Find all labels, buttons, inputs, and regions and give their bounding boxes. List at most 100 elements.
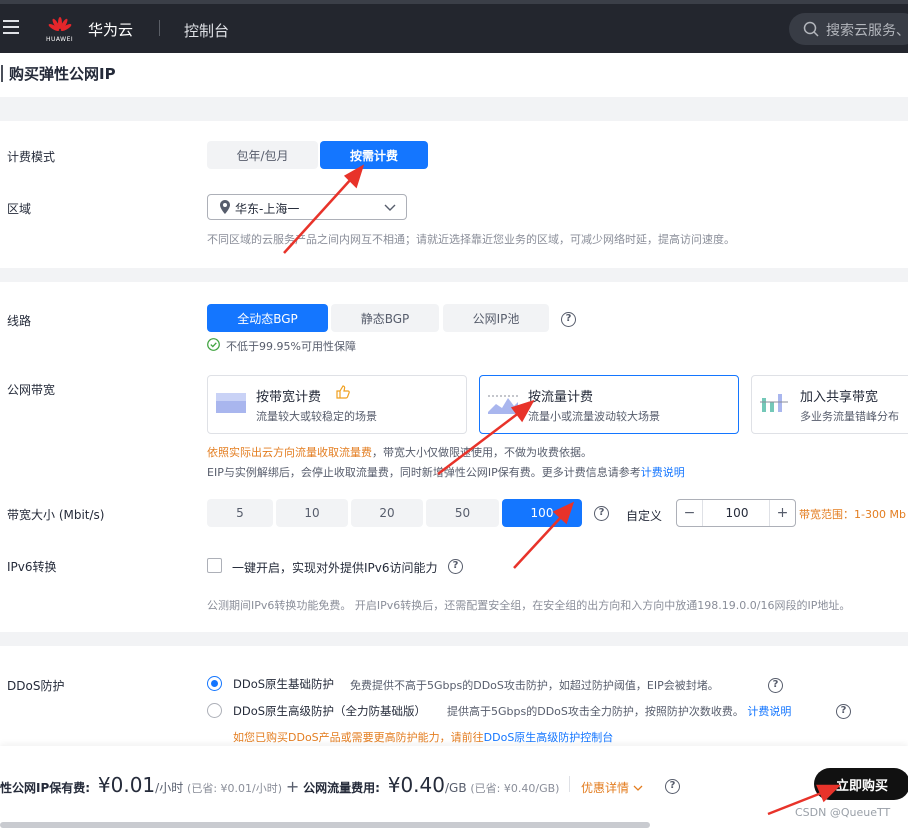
- ddos-console-link[interactable]: DDoS原生高级防护控制台: [484, 731, 614, 744]
- ipv6-checkbox-label[interactable]: 一键开启，实现对外提供IPv6访问能力: [232, 559, 438, 576]
- help-icon[interactable]: ?: [594, 506, 609, 521]
- line-label: 线路: [7, 314, 32, 328]
- card-subtitle: 流量小或流量波动较大场景: [528, 410, 660, 423]
- card-title: 加入共享带宽: [800, 390, 879, 405]
- ipv6-label: IPv6转换: [7, 560, 57, 574]
- line-option-dynamic-bgp[interactable]: 全动态BGP: [207, 304, 328, 332]
- page-title: 购买弹性公网IP: [9, 65, 116, 83]
- ddos-basic-name[interactable]: DDoS原生基础防护: [233, 676, 334, 692]
- traffic-fee-saved: (已省: ¥0.40/GB): [470, 782, 560, 795]
- bandwidth-option-5[interactable]: 5: [207, 499, 273, 527]
- help-icon[interactable]: ?: [836, 704, 851, 719]
- check-circle-icon: [207, 338, 220, 351]
- card-title: 按带宽计费: [256, 390, 322, 405]
- traffic-chart-icon: [488, 395, 518, 414]
- brand-name[interactable]: 华为云: [88, 19, 133, 40]
- ddos-advanced-desc-text: 提供高于5Gbps的DDoS攻击全力防护，按照防护次数收费。: [447, 705, 744, 718]
- ddos-advanced-radio[interactable]: [207, 703, 222, 718]
- thumbs-up-icon: [336, 385, 350, 399]
- bandwidth-range: 带宽范围：1-300 Mb: [799, 508, 906, 521]
- menu-icon[interactable]: [3, 20, 19, 34]
- availability-guarantee: 不低于99.95%可用性保障: [226, 340, 356, 353]
- bandwidth-option-10[interactable]: 10: [276, 499, 348, 527]
- ddos-advanced-name[interactable]: DDoS原生高级防护（全力防基础版）: [233, 703, 426, 719]
- bandwidth-option-20[interactable]: 20: [351, 499, 423, 527]
- bandwidth-stepper[interactable]: − 100 +: [676, 499, 796, 527]
- ddos-basic-radio[interactable]: [207, 676, 222, 691]
- billing-doc-link[interactable]: 计费说明: [641, 466, 685, 479]
- line-option-static-bgp[interactable]: 静态BGP: [331, 304, 439, 332]
- logo-text: HUAWEI: [46, 36, 74, 43]
- card-traffic-billing[interactable]: 按流量计费 流量小或流量波动较大场景: [479, 375, 739, 434]
- billing-option-yearly[interactable]: 包年/包月: [207, 141, 318, 169]
- billing-option-on-demand[interactable]: 按需计费: [320, 141, 428, 169]
- location-pin-icon: [220, 200, 230, 214]
- decrement-button[interactable]: −: [677, 500, 703, 526]
- bandwidth-size-label: 带宽大小 (Mbit/s): [7, 508, 105, 522]
- bandwidth-input[interactable]: 100: [704, 506, 770, 520]
- traffic-fee-unit: /GB: [444, 781, 467, 795]
- plus-sign: +: [285, 777, 300, 796]
- search-placeholder: 搜索云服务、: [826, 23, 908, 39]
- card-subtitle: 流量较大或较稳定的场景: [256, 410, 377, 423]
- help-icon[interactable]: ?: [561, 312, 576, 327]
- traffic-warning: 依照实际出云方向流量收取流量费: [207, 446, 372, 459]
- footer-divider: [569, 776, 570, 792]
- keep-fee-value: ¥0.01: [97, 773, 156, 797]
- card-title: 按流量计费: [528, 390, 594, 405]
- traffic-note-2: EIP与实例解绑后，会停止收取流量费，同时新增弹性公网IP保有费。更多计费信息请…: [207, 464, 685, 480]
- traffic-fee-label: 公网流量费用:: [303, 781, 380, 795]
- help-icon[interactable]: ?: [448, 559, 463, 574]
- buy-now-button[interactable]: 立即购买: [814, 768, 908, 800]
- card-shared-bandwidth[interactable]: 加入共享带宽 多业务流量错峰分布: [751, 375, 908, 434]
- top-nav-bar: [0, 0, 908, 53]
- help-icon[interactable]: ?: [665, 779, 680, 794]
- price-summary: 性公网IP保有费: ¥0.01/小时 (已省: ¥0.01/小时) + 公网流量…: [0, 773, 559, 797]
- discount-details[interactable]: 优惠详情: [581, 779, 643, 796]
- region-hint: 不同区域的云服务产品之间内网互不相通；请就近选择靠近您业务的区域，可减少网络时延…: [207, 233, 735, 246]
- discount-label: 优惠详情: [581, 781, 630, 795]
- card-bandwidth-billing[interactable]: 按带宽计费 流量较大或较稳定的场景: [207, 375, 467, 434]
- card-subtitle: 多业务流量错峰分布: [800, 410, 899, 423]
- nav-divider: [159, 20, 160, 36]
- ddos-label: DDoS防护: [7, 679, 65, 693]
- ddos-basic-desc: 免费提供不高于5Gbps的DDoS攻击防护，如超过防护阈值，EIP会被封堵。: [350, 679, 719, 692]
- horizontal-scrollbar[interactable]: [0, 822, 650, 828]
- custom-label: 自定义: [626, 509, 663, 523]
- ddos-billing-link[interactable]: 计费说明: [747, 705, 791, 718]
- search-box[interactable]: 搜索云服务、: [789, 13, 908, 45]
- ipv6-checkbox[interactable]: [207, 558, 222, 573]
- chevron-down-icon: [633, 785, 643, 791]
- help-icon[interactable]: ?: [768, 678, 783, 693]
- bandwidth-chart-icon: [216, 393, 246, 413]
- bandwidth-option-50[interactable]: 50: [426, 499, 499, 527]
- bandwidth-option-100[interactable]: 100: [502, 499, 582, 527]
- ddos-advanced-desc: 提供高于5Gbps的DDoS攻击全力防护，按照防护次数收费。 计费说明: [447, 703, 791, 719]
- section-separator: [0, 632, 908, 646]
- line-option-ip-pool[interactable]: 公网IP池: [443, 304, 549, 332]
- section-separator: [0, 97, 908, 121]
- traffic-fee-value: ¥0.40: [387, 773, 445, 797]
- region-select[interactable]: 华东-上海一: [207, 194, 407, 220]
- region-value: 华东-上海一: [235, 202, 300, 216]
- title-mark: [1, 65, 3, 82]
- bandwidth-type-label: 公网带宽: [7, 383, 56, 397]
- console-link[interactable]: 控制台: [184, 20, 229, 41]
- top-stripe: [0, 0, 908, 4]
- search-icon: [803, 21, 819, 37]
- traffic-note-rest: ，带宽大小仅做限速使用，不做为收费依据。: [372, 446, 592, 459]
- keep-fee-saved: (已省: ¥0.01/小时): [187, 782, 283, 795]
- keep-fee-label: 性公网IP保有费:: [0, 781, 91, 795]
- traffic-note-1: 依照实际出云方向流量收取流量费，带宽大小仅做限速使用，不做为收费依据。: [207, 444, 592, 460]
- watermark: CSDN @QueueTT: [795, 806, 891, 819]
- ddos-warning-text: 如您已购买DDoS产品或需要更高防护能力，请前往: [233, 731, 484, 744]
- chevron-down-icon: [384, 204, 396, 211]
- region-label: 区域: [7, 202, 32, 216]
- traffic-note-text: EIP与实例解绑后，会停止收取流量费，同时新增弹性公网IP保有费。更多计费信息请…: [207, 466, 641, 479]
- increment-button[interactable]: +: [769, 500, 795, 526]
- title-bar: [0, 53, 908, 97]
- billing-mode-label: 计费模式: [7, 150, 56, 164]
- keep-fee-unit: /小时: [155, 781, 184, 795]
- shared-bandwidth-icon: [760, 394, 788, 412]
- arrow-head: [343, 164, 365, 189]
